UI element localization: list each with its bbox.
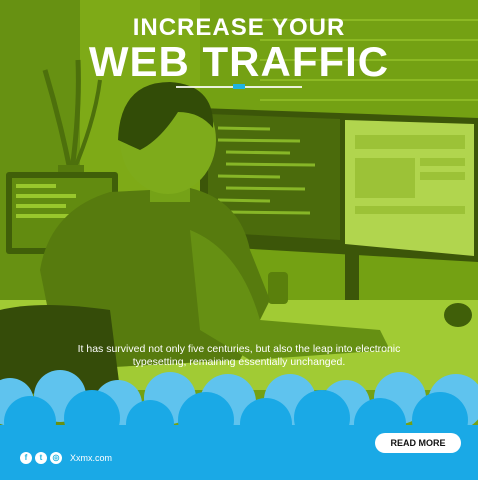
facebook-icon[interactable]: f <box>20 452 32 464</box>
website-link[interactable]: Xxmx.com <box>70 452 112 464</box>
headline-line2: WEB TRAFFIC <box>88 38 390 85</box>
read-more-button[interactable]: READ MORE <box>375 433 461 453</box>
twitter-icon[interactable]: t <box>35 452 47 464</box>
body-text: It has survived not only five centuries,… <box>77 343 401 368</box>
promo-post: INCREASE YOUR WEB TRAFFIC It has survive… <box>0 0 478 480</box>
title-divider-accent <box>233 84 245 89</box>
instagram-icon[interactable]: ◎ <box>50 452 62 464</box>
